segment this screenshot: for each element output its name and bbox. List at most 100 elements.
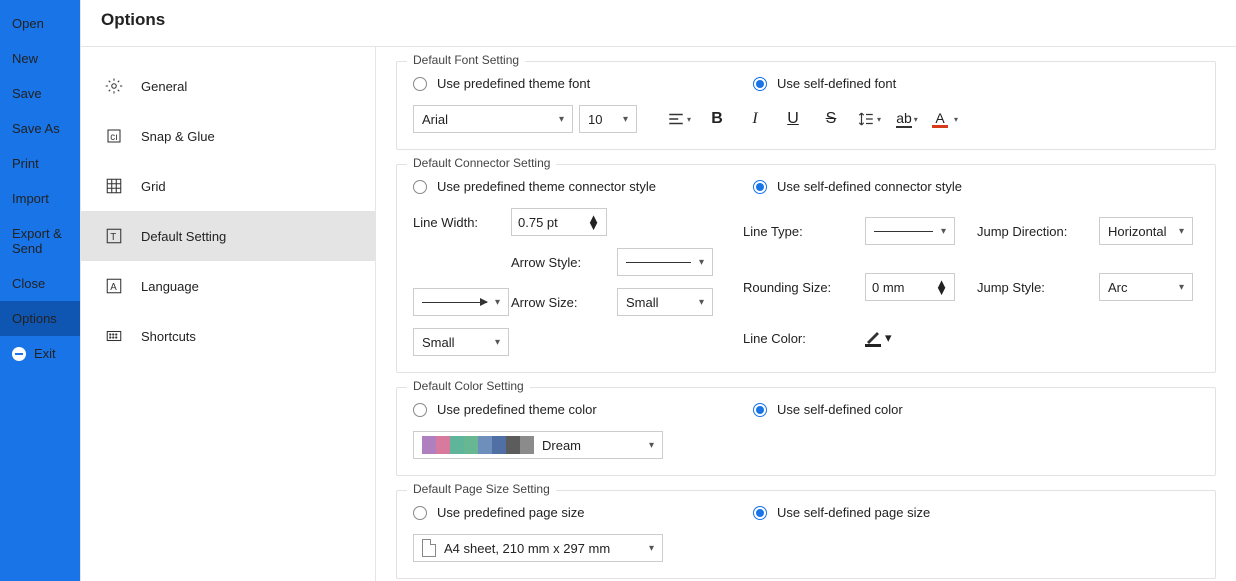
chevron-down-icon: ▾: [487, 337, 500, 348]
font-family-dropdown[interactable]: Arial▾: [413, 105, 573, 133]
font-radio-self[interactable]: Use self-defined font: [753, 76, 896, 91]
connector-radio-theme[interactable]: Use predefined theme connector style: [413, 179, 713, 194]
chevron-down-icon: ▾: [687, 115, 691, 124]
svg-text:A: A: [110, 282, 117, 293]
file-menu-new[interactable]: New: [0, 41, 80, 76]
group-legend: Default Color Setting: [407, 379, 530, 393]
arrow-style-end-dropdown[interactable]: ▾: [413, 288, 509, 316]
file-menu-save[interactable]: Save: [0, 76, 80, 111]
radio-label: Use self-defined color: [777, 402, 903, 417]
file-menu-import[interactable]: Import: [0, 181, 80, 216]
file-menu-print[interactable]: Print: [0, 146, 80, 181]
group-legend: Default Font Setting: [407, 53, 525, 67]
menu-label: Import: [12, 191, 49, 206]
pagesize-radio-theme[interactable]: Use predefined page size: [413, 505, 713, 520]
page-title: Options: [81, 0, 1236, 47]
line-color-swatch: [865, 344, 881, 347]
category-grid[interactable]: Grid: [81, 161, 375, 211]
default-setting-icon: T: [105, 227, 123, 245]
rounding-size-spinner[interactable]: 0 mm ▲▼: [865, 273, 955, 301]
text-highlight-button[interactable]: ab▾: [891, 105, 923, 133]
chevron-down-icon: ▾: [877, 115, 881, 124]
label-line-color: Line Color:: [743, 331, 853, 346]
dropdown-value: Small: [626, 295, 659, 310]
font-color-swatch: [932, 125, 948, 128]
file-menu-options[interactable]: Options: [0, 301, 80, 336]
radio-icon: [753, 506, 767, 520]
menu-label: New: [12, 51, 38, 66]
line-type-dropdown[interactable]: ▾: [865, 217, 955, 245]
radio-label: Use self-defined font: [777, 76, 896, 91]
jump-direction-dropdown[interactable]: Horizontal▾: [1099, 217, 1193, 245]
chevron-down-icon: ▾: [641, 440, 654, 451]
category-label: Grid: [141, 179, 166, 194]
category-language[interactable]: A Language: [81, 261, 375, 311]
chevron-down-icon: ▾: [954, 115, 958, 124]
line-width-spinner[interactable]: 0.75 pt▲▼: [511, 208, 607, 236]
category-default-setting[interactable]: T Default Setting: [81, 211, 375, 261]
spinner-arrows-icon: ▲▼: [929, 280, 948, 294]
category-general[interactable]: General: [81, 61, 375, 111]
font-radio-theme[interactable]: Use predefined theme font: [413, 76, 713, 91]
dropdown-value: 10: [588, 112, 602, 127]
line-color-button[interactable]: ▾: [865, 330, 965, 347]
options-categories: General cı Snap & Glue Grid T Default Se…: [81, 47, 376, 581]
label-line-type: Line Type:: [743, 224, 853, 239]
spinner-arrows-icon: ▲▼: [581, 215, 600, 229]
chevron-down-icon: ▾: [691, 297, 704, 308]
pagesize-radio-self[interactable]: Use self-defined page size: [753, 505, 930, 520]
spinner-value: 0 mm: [872, 280, 905, 295]
shortcuts-icon: [105, 327, 123, 345]
connector-radio-self[interactable]: Use self-defined connector style: [753, 179, 962, 194]
label-arrow-size: Arrow Size:: [511, 295, 607, 310]
bold-button[interactable]: B: [701, 105, 733, 133]
underline-button[interactable]: U: [777, 105, 809, 133]
page-size-dropdown[interactable]: A4 sheet, 210 mm x 297 mm ▾: [413, 534, 663, 562]
strikethrough-button[interactable]: S: [815, 105, 847, 133]
label-rounding-size: Rounding Size:: [743, 280, 853, 295]
language-icon: A: [105, 277, 123, 295]
font-size-dropdown[interactable]: 10 ▾: [579, 105, 637, 133]
category-snap-glue[interactable]: cı Snap & Glue: [81, 111, 375, 161]
file-menu-saveas[interactable]: Save As: [0, 111, 80, 146]
jump-style-dropdown[interactable]: Arc▾: [1099, 273, 1193, 301]
chevron-down-icon: ▾: [885, 330, 892, 346]
arrow-size-start-dropdown[interactable]: Small ▾: [617, 288, 713, 316]
radio-label: Use predefined theme connector style: [437, 179, 656, 194]
arrow-none-icon: [626, 262, 691, 263]
settings-panel: Default Font Setting Use predefined them…: [376, 47, 1236, 581]
chevron-down-icon: ▾: [615, 114, 628, 125]
chevron-down-icon: ▾: [487, 297, 500, 308]
chevron-down-icon: ▾: [1171, 282, 1184, 293]
radio-label: Use predefined theme font: [437, 76, 590, 91]
align-button[interactable]: ▾: [663, 105, 695, 133]
menu-label: Close: [12, 276, 45, 291]
options-body: General cı Snap & Glue Grid T Default Se…: [81, 47, 1236, 581]
arrow-style-start-dropdown[interactable]: ▾: [617, 248, 713, 276]
chevron-down-icon: ▾: [641, 543, 654, 554]
dropdown-value: Small: [422, 335, 455, 350]
menu-label: Save: [12, 86, 42, 101]
grid-icon: [105, 177, 123, 195]
category-shortcuts[interactable]: Shortcuts: [81, 311, 375, 361]
color-palette-dropdown[interactable]: Dream ▾: [413, 431, 663, 459]
svg-text:T: T: [110, 232, 116, 243]
file-menu-close[interactable]: Close: [0, 266, 80, 301]
file-menu-exit[interactable]: Exit: [0, 336, 80, 371]
dropdown-value: A4 sheet, 210 mm x 297 mm: [444, 541, 610, 556]
arrow-size-end-dropdown[interactable]: Small ▾: [413, 328, 509, 356]
file-menu-export[interactable]: Export & Send: [0, 216, 80, 266]
italic-button[interactable]: I: [739, 105, 771, 133]
radio-icon: [753, 403, 767, 417]
chevron-down-icon: ▾: [691, 257, 704, 268]
gear-icon: [105, 77, 123, 95]
color-radio-self[interactable]: Use self-defined color: [753, 402, 903, 417]
page-icon: [422, 539, 436, 557]
snap-icon: cı: [105, 127, 123, 145]
font-color-button[interactable]: A ▾: [929, 105, 961, 133]
default-color-group: Default Color Setting Use predefined the…: [396, 387, 1216, 476]
file-menu-open[interactable]: Open: [0, 6, 80, 41]
color-radio-theme[interactable]: Use predefined theme color: [413, 402, 713, 417]
category-label: Default Setting: [141, 229, 226, 244]
line-spacing-button[interactable]: ▾: [853, 105, 885, 133]
